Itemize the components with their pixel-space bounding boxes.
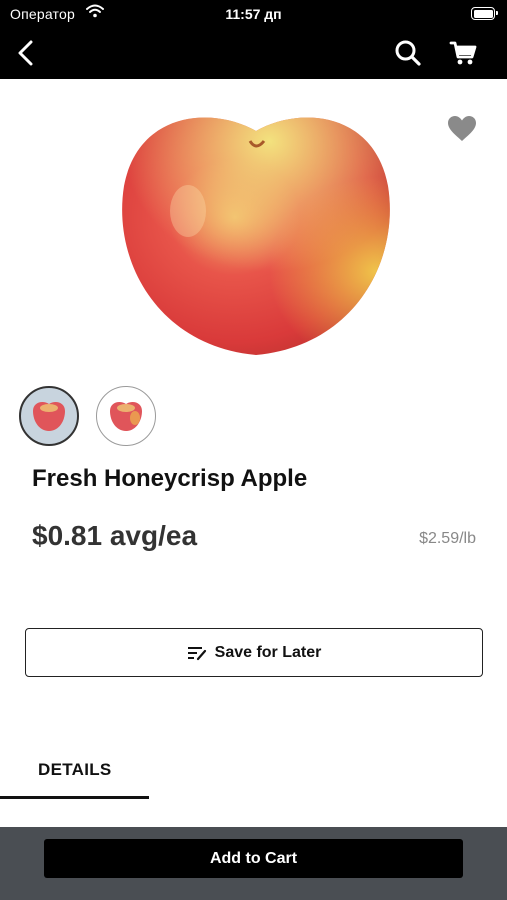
product-thumbnail[interactable] [19,386,79,446]
chevron-left-icon [18,40,33,66]
product-price: $0.81 avg/ea [32,520,198,551]
battery-icon [471,7,498,20]
add-to-cart-button[interactable]: Add to Cart [44,839,463,878]
add-to-cart-label: Add to Cart [209,849,298,867]
product-image-area [0,79,507,369]
clock: 11:57 дп [225,6,282,22]
heart-icon [448,116,476,141]
cart-button[interactable] [447,37,479,69]
product-title: Fresh Honeycrisp Apple [32,465,308,492]
product-image [122,117,390,355]
apple-thumbnail-image [33,402,65,431]
save-for-later-button[interactable]: Save for Later [25,628,483,677]
tab-details-label: DETAILS [38,760,112,779]
product-thumbnail[interactable] [96,386,156,446]
search-button[interactable] [392,37,424,69]
back-button[interactable] [10,37,42,69]
favorite-button[interactable] [447,115,477,147]
active-tab-indicator [0,796,149,799]
cart-icon [449,41,477,65]
save-for-later-label: Save for Later [214,643,322,661]
apple-thumbnail-image [110,402,142,431]
search-icon [395,40,421,66]
top-navigation-bar [0,28,507,79]
list-edit-icon [187,646,206,660]
bottom-action-bar: Add to Cart [0,827,507,900]
status-bar: Оператор 11:57 дп [0,0,507,28]
unit-price: $2.59/lb [419,530,476,547]
tab-details[interactable]: DETAILS [0,740,149,799]
